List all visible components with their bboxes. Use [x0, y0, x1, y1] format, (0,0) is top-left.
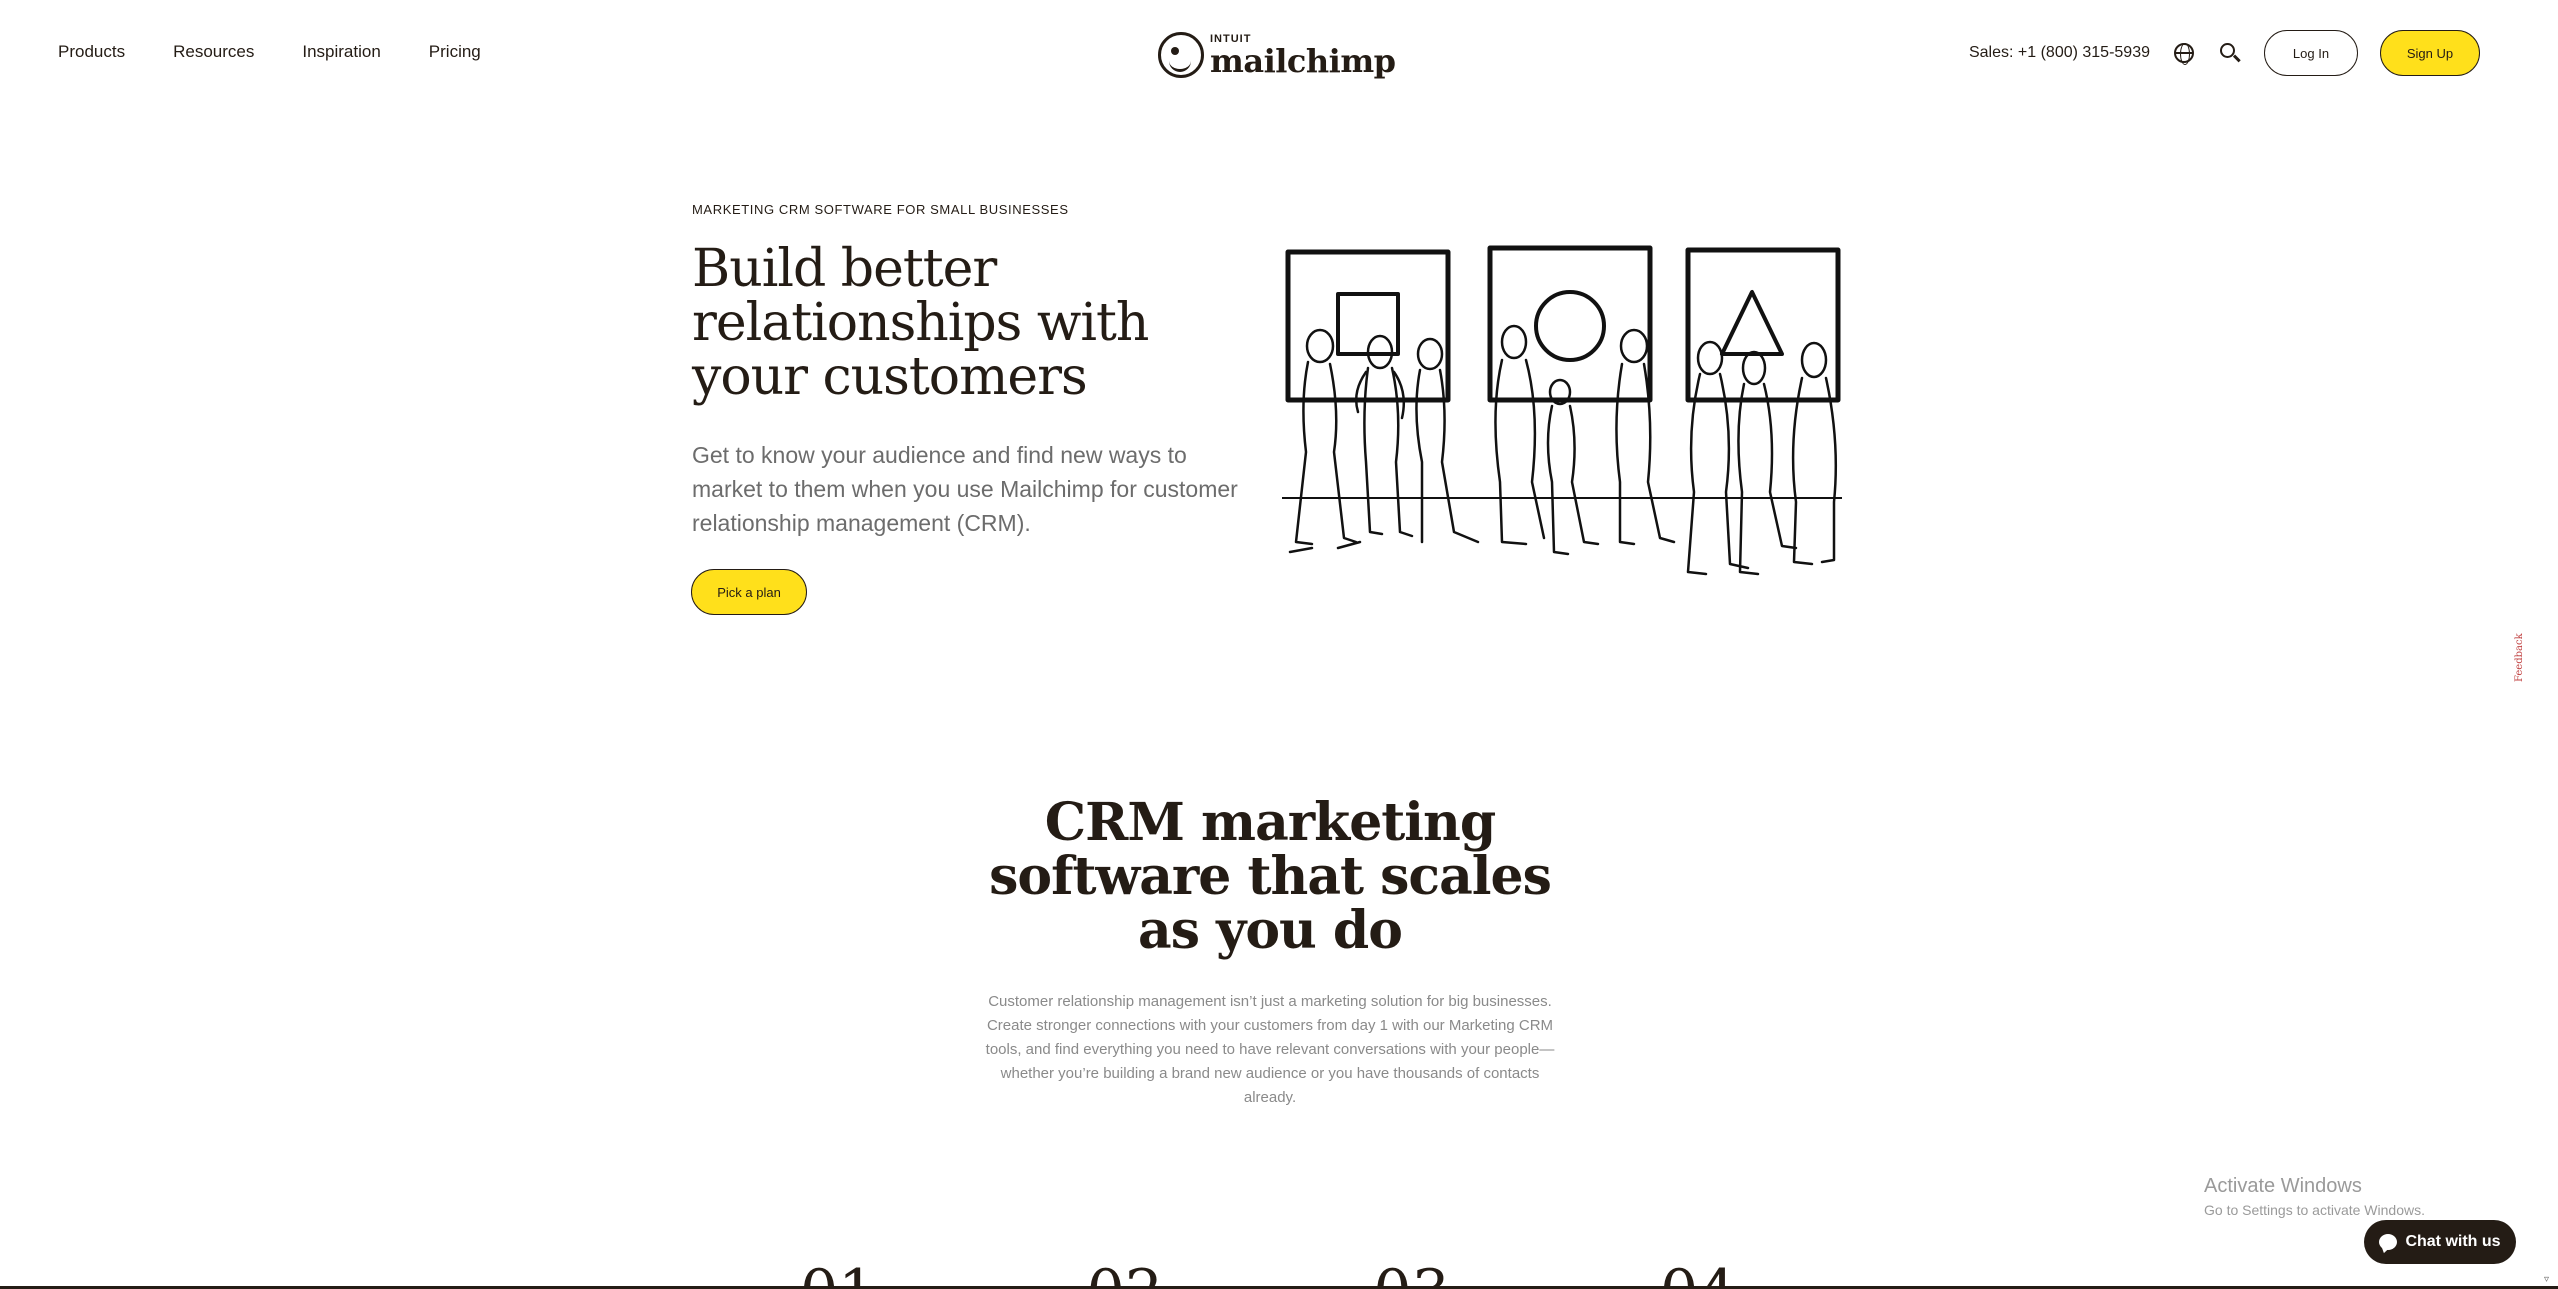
signup-button[interactable]: Sign Up: [2380, 30, 2480, 76]
nav-pricing[interactable]: Pricing: [429, 42, 481, 62]
logo-mailchimp-text: mailchimp: [1210, 41, 1396, 80]
step-number: 03: [1373, 1262, 1473, 1289]
windows-activation-watermark: Activate Windows Go to Settings to activ…: [2204, 1175, 2425, 1218]
section-body: Customer relationship management isn’t j…: [985, 993, 1555, 1106]
chat-label: Chat with us: [2405, 1233, 2501, 1250]
hero-subtitle: Get to know your audience and find new w…: [692, 442, 1238, 536]
pick-a-plan-button[interactable]: Pick a plan: [691, 569, 807, 615]
step-numbers: 01 02 03 04: [800, 1262, 1760, 1289]
windows-activation-title: Activate Windows: [2204, 1175, 2362, 1197]
scroll-down-arrow-icon[interactable]: ▿: [2544, 1274, 2549, 1285]
utility-nav: Sales: +1 (800) 315-5939 Log In Sign Up: [1969, 30, 2480, 76]
section-title: CRM marketing software that scales as yo…: [989, 792, 1552, 961]
globe-icon[interactable]: [2172, 41, 2196, 65]
chat-with-us-button[interactable]: Chat with us: [2364, 1220, 2516, 1264]
freddie-logo-icon: [1158, 32, 1204, 78]
login-button[interactable]: Log In: [2264, 30, 2358, 76]
mailchimp-logo[interactable]: INTUIT mailchimp: [1158, 30, 1396, 80]
search-icon[interactable]: [2218, 41, 2242, 65]
hero-title: Build better relationships with your cus…: [692, 239, 1149, 407]
gallery-people-illustration: [1282, 245, 1842, 576]
hero-eyebrow: MARKETING CRM SOFTWARE FOR SMALL BUSINES…: [692, 202, 1069, 217]
step-number: 02: [1087, 1262, 1187, 1289]
primary-nav: Products Resources Inspiration Pricing: [58, 42, 481, 62]
top-navigation: Products Resources Inspiration Pricing I…: [0, 0, 2558, 110]
sales-phone-link[interactable]: Sales: +1 (800) 315-5939: [1969, 44, 2150, 62]
nav-inspiration[interactable]: Inspiration: [302, 42, 380, 62]
logo-wordmark: INTUIT mailchimp: [1210, 33, 1396, 80]
step-number: 04: [1660, 1262, 1760, 1289]
nav-products[interactable]: Products: [58, 42, 125, 62]
step-number: 01: [800, 1262, 900, 1289]
nav-resources[interactable]: Resources: [173, 42, 254, 62]
windows-activation-subtitle: Go to Settings to activate Windows.: [2204, 1202, 2425, 1218]
chat-bubble-icon: [2379, 1234, 2398, 1250]
feedback-tab[interactable]: Feedback: [2514, 612, 2534, 682]
